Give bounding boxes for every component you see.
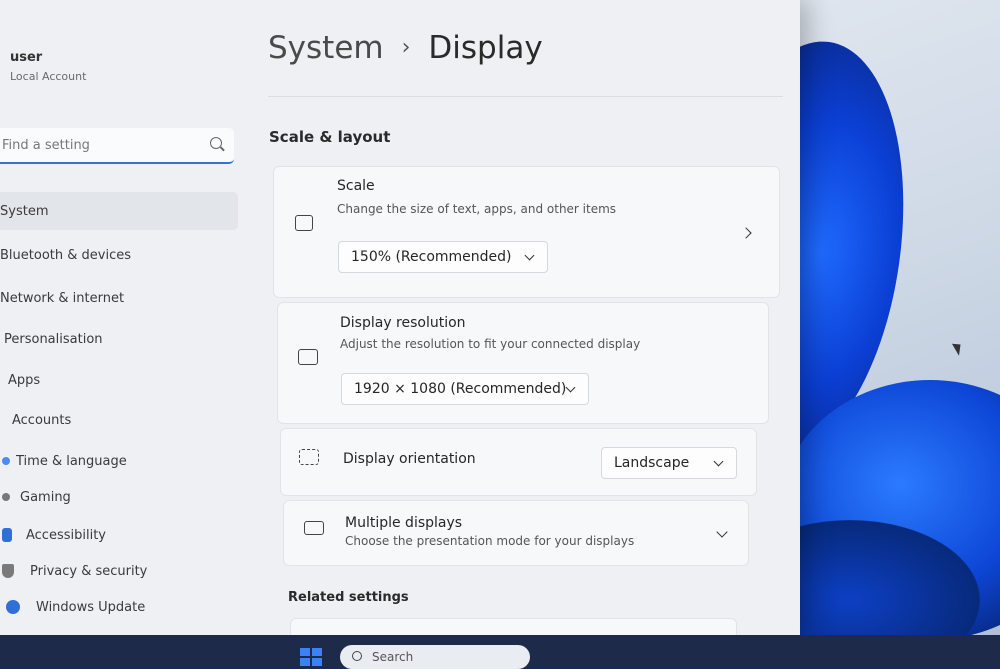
- sidebar-item-label: System: [0, 203, 49, 219]
- multiple-displays-title: Multiple displays: [345, 515, 463, 531]
- mouse-cursor-icon: [951, 340, 966, 356]
- breadcrumb-parent[interactable]: System: [268, 30, 384, 66]
- sidebar-item-label: Time & language: [16, 453, 127, 469]
- sidebar-item-label: Accounts: [12, 412, 72, 428]
- sidebar-item-bluetooth[interactable]: Bluetooth & devices: [0, 236, 238, 274]
- scale-value: 150% (Recommended): [351, 249, 512, 265]
- sidebar-item-label: Windows Update: [36, 599, 146, 615]
- shield-icon: [2, 564, 14, 578]
- multiple-displays-card[interactable]: Multiple displays Choose the presentatio…: [283, 500, 749, 566]
- orientation-title: Display orientation: [343, 451, 476, 467]
- settings-window: user Local Account System Bluetooth & de…: [0, 0, 800, 650]
- sidebar-item-label: Gaming: [20, 489, 71, 505]
- resolution-value: 1920 × 1080 (Recommended): [354, 381, 567, 397]
- orientation-icon: [299, 449, 319, 465]
- section-heading-scale-layout: Scale & layout: [269, 128, 391, 146]
- sidebar-item-gaming[interactable]: Gaming: [0, 478, 238, 516]
- sidebar-item-label: Network & internet: [0, 290, 125, 306]
- chevron-down-icon: [565, 382, 576, 393]
- section-heading-related: Related settings: [288, 590, 409, 605]
- sidebar-item-label: Apps: [8, 372, 41, 388]
- scale-icon: [295, 215, 313, 231]
- sidebar-item-accessibility[interactable]: Accessibility: [0, 516, 238, 554]
- multiple-displays-subtitle: Choose the presentation mode for your di…: [345, 534, 635, 548]
- multiple-displays-icon: [304, 521, 324, 535]
- accessibility-icon: [2, 528, 12, 542]
- search-icon: [352, 651, 362, 661]
- chevron-down-icon[interactable]: [716, 526, 728, 538]
- user-account-type: Local Account: [10, 70, 87, 83]
- settings-search-box[interactable]: [0, 128, 234, 164]
- sidebar-item-apps[interactable]: Apps: [0, 361, 238, 399]
- chevron-down-icon: [713, 456, 724, 467]
- sidebar: user Local Account System Bluetooth & de…: [0, 0, 245, 635]
- display-resolution-card: Display resolution Adjust the resolution…: [277, 302, 769, 424]
- display-orientation-card: Display orientation Landscape: [280, 428, 757, 496]
- taskbar: Search: [0, 635, 1000, 669]
- sidebar-item-personalisation[interactable]: Personalisation: [0, 320, 238, 358]
- time-language-icon: [2, 457, 10, 465]
- sidebar-item-network[interactable]: Network & internet: [0, 279, 238, 317]
- sidebar-item-windows-update[interactable]: Windows Update: [0, 588, 238, 626]
- title-divider: [268, 96, 783, 97]
- resolution-title: Display resolution: [340, 315, 466, 331]
- sidebar-item-time-language[interactable]: Time & language: [0, 442, 238, 480]
- scale-dropdown[interactable]: 150% (Recommended): [338, 241, 548, 273]
- sidebar-item-label: Bluetooth & devices: [0, 247, 131, 263]
- resolution-dropdown[interactable]: 1920 × 1080 (Recommended): [341, 373, 589, 405]
- sidebar-item-label: Personalisation: [4, 331, 103, 347]
- scale-card[interactable]: Scale Change the size of text, apps, and…: [273, 166, 780, 298]
- breadcrumb: System › Display: [268, 30, 543, 66]
- resolution-subtitle: Adjust the resolution to fit your connec…: [340, 337, 641, 351]
- search-icon[interactable]: [210, 137, 222, 149]
- chevron-down-icon: [524, 250, 535, 261]
- gaming-icon: [2, 493, 10, 501]
- sidebar-item-label: Accessibility: [26, 527, 106, 543]
- scale-title: Scale: [337, 178, 375, 194]
- search-input[interactable]: [0, 134, 194, 156]
- sidebar-item-privacy[interactable]: Privacy & security: [0, 552, 238, 590]
- resolution-icon: [298, 349, 318, 365]
- sidebar-item-label: Privacy & security: [30, 563, 148, 579]
- scale-subtitle: Change the size of text, apps, and other…: [337, 202, 617, 216]
- windows-update-icon: [6, 600, 20, 614]
- windows-start-icon[interactable]: [300, 648, 322, 666]
- sidebar-item-accounts[interactable]: Accounts: [0, 401, 238, 439]
- sidebar-item-system[interactable]: System: [0, 192, 238, 230]
- orientation-dropdown[interactable]: Landscape: [601, 447, 737, 479]
- taskbar-search[interactable]: Search: [340, 645, 530, 669]
- chevron-right-icon[interactable]: [740, 227, 752, 239]
- breadcrumb-separator: ›: [401, 35, 411, 60]
- orientation-value: Landscape: [614, 455, 690, 471]
- taskbar-search-label: Search: [372, 650, 414, 664]
- user-name: user: [10, 50, 43, 65]
- page-title: Display: [428, 30, 543, 66]
